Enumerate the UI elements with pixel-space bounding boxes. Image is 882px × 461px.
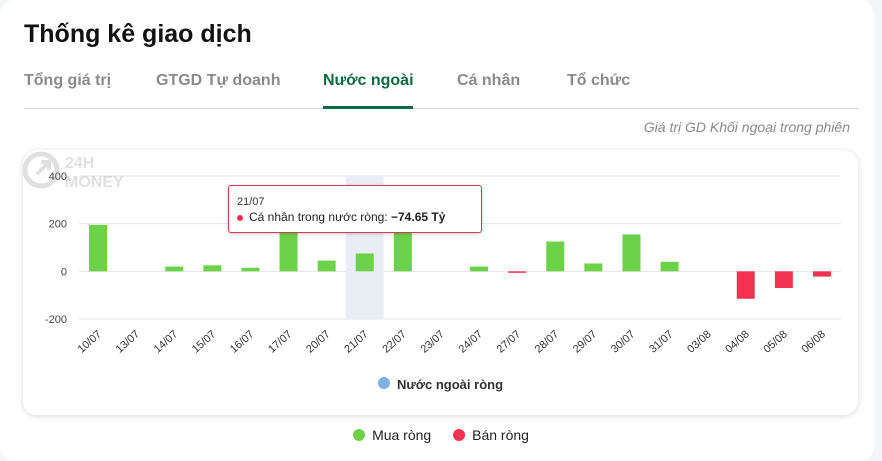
tab-individual[interactable]: Cá nhân: [457, 72, 520, 90]
bar-16-07[interactable]: [241, 267, 260, 272]
bar-20-07[interactable]: [317, 260, 336, 272]
bar-06-08[interactable]: [812, 271, 831, 277]
x-tick-label: 14/07: [152, 328, 180, 355]
watermark-logo: 24H MONEY: [23, 151, 124, 190]
buy-dot-icon: [353, 429, 366, 441]
statistics-card: Thống kê giao dịch Tổng giá trị GTGD Tự …: [0, 0, 874, 461]
tab-proprietary[interactable]: GTGD Tự doanh: [156, 72, 280, 90]
series-dot-icon: [377, 377, 390, 389]
x-tick-label: 23/07: [418, 328, 446, 355]
page-title: Thống kê giao dịch: [24, 20, 252, 48]
x-tick-label: 04/08: [723, 328, 751, 355]
x-tick-label: 06/08: [799, 328, 827, 355]
x-tick-label: 21/07: [342, 328, 370, 355]
series-legend[interactable]: Nước ngoài ròng: [23, 377, 858, 392]
x-tick-label: 22/07: [380, 328, 408, 355]
bar-24-07[interactable]: [470, 266, 489, 272]
x-tick-label: 17/07: [266, 328, 294, 355]
legend-buy[interactable]: Mua ròng: [353, 427, 431, 443]
chart-subtitle: Giá trị GD Khối ngoại trong phiên: [643, 119, 850, 135]
x-tick-label: 15/07: [190, 328, 218, 355]
y-tick-label: 200: [49, 219, 67, 231]
chart-tooltip: 21/07 Cá nhân trong nước ròng: −74.65 Tỷ: [228, 185, 482, 233]
tab-total-value[interactable]: Tổng giá trị: [24, 72, 111, 90]
tab-institution[interactable]: Tổ chức: [567, 72, 630, 90]
bar-15-07[interactable]: [203, 265, 222, 272]
bar-05-08[interactable]: [774, 271, 793, 289]
y-tick-label: -200: [45, 314, 67, 326]
x-tick-label: 27/07: [495, 328, 523, 355]
tooltip-date: 21/07: [237, 196, 265, 208]
bar-22-07[interactable]: [393, 232, 412, 272]
x-tick-label: 31/07: [647, 328, 675, 355]
tooltip-dot-icon: [237, 214, 243, 221]
tab-foreign[interactable]: Nước ngoài: [323, 72, 414, 90]
series-legend-label: Nước ngoài ròng: [396, 377, 504, 392]
tooltip-label: Cá nhân trong nước ròng:: [249, 210, 388, 224]
x-tick-label: 16/07: [228, 328, 256, 355]
x-tick-label: 05/08: [761, 328, 789, 355]
x-tick-label: 10/07: [76, 328, 104, 355]
bar-10-07[interactable]: [89, 224, 108, 272]
tooltip-row: Cá nhân trong nước ròng: −74.65 Tỷ: [237, 210, 445, 224]
svg-text:MONEY: MONEY: [65, 174, 124, 190]
svg-text:24H: 24H: [65, 155, 94, 172]
tab-bar: Tổng giá trị GTGD Tự doanh Nước ngoài Cá…: [24, 60, 859, 109]
y-tick-label: 0: [61, 266, 67, 278]
bar-28-07[interactable]: [546, 241, 565, 272]
chart-container: 400 200 0 -200 10/07 13/07 14/07 15/07 16/07 17/…: [23, 150, 858, 415]
legend-sell[interactable]: Bán ròng: [453, 427, 529, 443]
bar-27-07[interactable]: [508, 271, 527, 273]
bar-21-07[interactable]: [355, 253, 374, 272]
x-tick-label: 29/07: [571, 328, 599, 355]
bar-14-07[interactable]: [165, 266, 184, 272]
x-axis: 10/07 13/07 14/07 15/07 16/07 17/07 20/07 21/07…: [76, 328, 828, 355]
x-tick-label: 03/08: [685, 328, 713, 355]
x-tick-label: 30/07: [609, 328, 637, 355]
active-tab-indicator: [323, 106, 413, 109]
bottom-legend: Mua ròng Bán ròng: [0, 427, 882, 444]
legend-buy-label: Mua ròng: [372, 427, 432, 443]
x-tick-label: 28/07: [533, 328, 561, 355]
tooltip-value: −74.65 Tỷ: [391, 210, 446, 224]
legend-sell-label: Bán ròng: [472, 427, 529, 443]
bar-29-07[interactable]: [584, 263, 603, 272]
y-axis: 4002000-200: [45, 171, 67, 326]
x-tick-label: 20/07: [304, 328, 332, 355]
bar-31-07[interactable]: [660, 261, 679, 272]
bar-04-08[interactable]: [736, 271, 755, 299]
x-tick-label: 13/07: [114, 328, 142, 355]
bar-30-07[interactable]: [622, 234, 641, 272]
x-tick-label: 24/07: [457, 328, 485, 355]
sell-dot-icon: [453, 429, 466, 441]
